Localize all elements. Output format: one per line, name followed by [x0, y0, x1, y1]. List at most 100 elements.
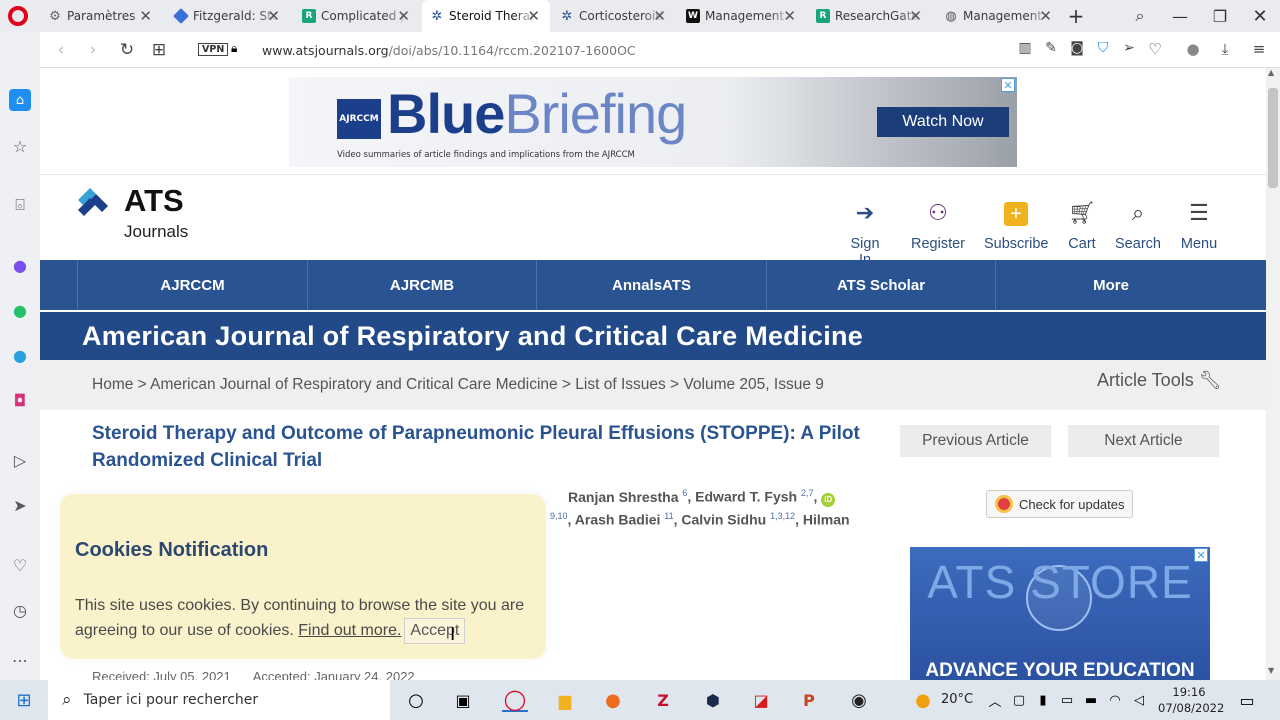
close-icon[interactable]: ✕ [909, 7, 922, 25]
affiliation-ref[interactable]: 9,10 [550, 511, 568, 521]
messenger-icon[interactable]: ● [9, 254, 31, 276]
home-icon[interactable]: ⌂ [9, 89, 31, 111]
profile-icon[interactable]: ● [1182, 40, 1204, 58]
back-icon[interactable]: ‹ [50, 40, 72, 60]
find-out-more-link[interactable]: Find out more. [298, 622, 401, 639]
opera-taskbar-icon[interactable]: ◯ [502, 687, 528, 712]
nav-ats-scholar[interactable]: ATS Scholar [767, 260, 996, 310]
player-icon[interactable]: ▷ [9, 449, 31, 471]
chevron-up-icon[interactable]: ︿ [982, 688, 1008, 712]
check-for-updates-button[interactable]: Check for updates [986, 490, 1133, 518]
tab-complicated[interactable]: RComplicated parapneumonic✕ [294, 0, 420, 32]
cortana-icon[interactable]: ○ [403, 688, 429, 712]
cart-button[interactable]: 🛒︎ Cart [1066, 200, 1098, 252]
powerpoint-icon[interactable]: P [796, 688, 822, 712]
search-button[interactable]: ⌕ Search [1114, 200, 1162, 252]
forward-icon[interactable]: › [82, 40, 104, 60]
breadcrumb[interactable]: Home > American Journal of Respiratory a… [92, 376, 824, 394]
affiliation-ref[interactable]: 11 [664, 511, 673, 521]
send-icon[interactable]: ➢ [1118, 40, 1140, 56]
weather-icon[interactable]: ● [910, 688, 936, 712]
nav-more[interactable]: More [996, 260, 1226, 310]
affiliation-ref[interactable]: 1,3,12 [770, 511, 795, 521]
telegram-icon[interactable]: ● [9, 344, 31, 366]
device-icon[interactable]: ▢ [1006, 688, 1032, 712]
tab-management[interactable]: W Management of ✕ [678, 0, 806, 32]
display-icon[interactable]: ▭ [1054, 688, 1080, 712]
tab-corticosteroids[interactable]: ✲ Corticosteroids ✕ [552, 0, 676, 32]
new-tab-button[interactable]: + [1056, 0, 1096, 32]
scrollbar-thumb[interactable] [1268, 88, 1278, 188]
tab-management-pleural[interactable]: ◍Management of pleural✕ [936, 0, 1062, 32]
favorites-icon[interactable]: ♡ [9, 554, 31, 576]
volume-icon[interactable]: ◁ [1126, 688, 1152, 712]
affiliation-ref[interactable]: 2,7 [801, 488, 814, 498]
author-link[interactable]: Hilman [803, 512, 850, 528]
next-article-button[interactable]: Next Article [1068, 425, 1219, 457]
affiliation-ref[interactable]: 6 [682, 488, 687, 498]
ad-close-icon[interactable]: ✕ [1001, 78, 1015, 92]
watch-now-button[interactable]: Watch Now [877, 107, 1009, 137]
heart-icon[interactable]: ♡ [1144, 40, 1166, 58]
close-icon[interactable]: ✕ [783, 7, 796, 25]
tab-settings[interactable]: ⚙ Paramètres ✕ [40, 0, 162, 32]
tab-researchgate[interactable]: R ResearchGate ✕ [808, 0, 932, 32]
more-icon[interactable]: ⋯ [9, 649, 31, 671]
scroll-up-icon[interactable]: ▲ [1268, 68, 1274, 77]
restore-button[interactable]: ❐ [1200, 0, 1240, 32]
task-view-icon[interactable]: ▣ [450, 688, 476, 712]
ad-close-icon[interactable]: ✕ [1194, 548, 1208, 562]
nav-annalsats[interactable]: AnnalsATS [537, 260, 767, 310]
file-explorer-icon[interactable]: ▆ [552, 688, 578, 712]
nav-ajrccm[interactable]: AJRCCM [78, 260, 308, 310]
taskbar-search[interactable]: ⌕ Taper ici pour rechercher [48, 680, 390, 720]
instagram-icon[interactable]: ◘ [9, 389, 31, 411]
wifi-icon[interactable]: ◠ [1102, 688, 1128, 712]
microphone-icon[interactable]: ▮ [1030, 688, 1056, 712]
tabs-grid-icon[interactable]: ⊞ [148, 40, 170, 60]
opera-logo-icon[interactable] [8, 6, 28, 26]
sign-in-button[interactable]: ➔Sign In [843, 200, 887, 268]
close-icon[interactable]: ✕ [653, 7, 666, 25]
reader-icon[interactable]: ▥ [1014, 40, 1036, 56]
windows-start-icon[interactable]: ⊞ [11, 688, 37, 712]
previous-article-button[interactable]: Previous Article [900, 425, 1051, 457]
close-icon[interactable]: ✕ [139, 7, 152, 25]
close-window-button[interactable]: ✕ [1240, 0, 1280, 32]
minimize-button[interactable]: — [1160, 0, 1200, 32]
obs-icon[interactable]: ◉ [846, 688, 872, 712]
close-icon[interactable]: ✕ [397, 7, 410, 25]
notifications-icon[interactable]: ▭ [1234, 688, 1260, 712]
temperature[interactable]: 20°C [941, 692, 973, 707]
tab-fitzgerald[interactable]: Fitzgerald: Steroid✕ [166, 0, 290, 32]
camera-icon[interactable]: ◙ [1066, 40, 1088, 56]
close-icon[interactable]: ✕ [1039, 7, 1052, 25]
battery-icon[interactable]: ▬ [1078, 688, 1104, 712]
send-icon[interactable]: ➤ [9, 494, 31, 516]
author-link[interactable]: Calvin Sidhu [681, 512, 766, 528]
close-icon[interactable]: ✕ [527, 7, 540, 25]
speed-dial-icon[interactable]: ☆ [9, 135, 31, 157]
url-field[interactable]: www.atsjournals.org/doi/abs/10.1164/rccm… [262, 43, 636, 58]
ats-store-ad[interactable]: ATS STORE ADVANCE YOUR EDUCATION ✕ [910, 547, 1210, 680]
shopping-icon[interactable]: ⌺ [9, 194, 31, 216]
author-link[interactable]: Arash Badiei [575, 512, 661, 528]
app-icon[interactable]: ⬢ [700, 688, 726, 712]
shield-icon[interactable]: ⛉ [1092, 40, 1114, 56]
close-icon[interactable]: ✕ [267, 7, 280, 25]
author-link[interactable]: Edward T. Fysh [695, 489, 797, 505]
scroll-down-icon[interactable]: ▼ [1268, 666, 1274, 675]
orcid-icon[interactable]: iD [821, 492, 836, 507]
subscribe-button[interactable]: + Subscribe [984, 200, 1048, 252]
firefox-icon[interactable]: ● [600, 688, 626, 712]
history-icon[interactable]: ◷ [9, 599, 31, 621]
easy-setup-icon[interactable]: ≡ [1248, 40, 1270, 58]
nav-ajrcmb[interactable]: AJRCMB [308, 260, 537, 310]
clock[interactable]: 19:16 07/08/2022 [1158, 684, 1224, 716]
register-button[interactable]: ⚇ Register [911, 200, 965, 252]
accept-button[interactable]: Accept [404, 618, 466, 644]
article-tools-button[interactable]: Article Tools 🔧︎ [1097, 370, 1222, 391]
zotero-icon[interactable]: Z [650, 688, 676, 712]
edit-icon[interactable]: ✎ [1040, 40, 1062, 56]
reload-icon[interactable]: ↻ [116, 40, 138, 60]
